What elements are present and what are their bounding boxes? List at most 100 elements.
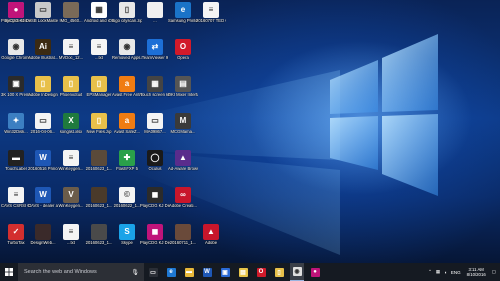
tray-up-arrow-icon[interactable]: ⌃: [428, 269, 432, 275]
notifications-icon[interactable]: ▢: [492, 269, 496, 275]
microphone-icon[interactable]: 🎙: [131, 269, 139, 276]
desktop-icon[interactable]: ◯ Oculus: [140, 150, 170, 178]
desktop-icon[interactable]: ≡20160707 TED Conv...: [196, 2, 226, 30]
desktop-icon[interactable]: V WinKeygen...: [56, 187, 86, 215]
taskbar-chrome-button[interactable]: ◉: [290, 263, 304, 281]
playcdg-icon: ◼: [147, 187, 163, 203]
taskbar-file-explorer-button[interactable]: ▬: [182, 263, 196, 281]
network-icon[interactable]: ▦: [436, 269, 440, 275]
desktop-icon-label: 3K 100 X Premier: [1, 93, 31, 97]
desktop-icon[interactable]: ◉Removed Apps.html: [112, 39, 142, 67]
desktop-icon[interactable]: ◼PlayCDG KJ Deluxe: [140, 187, 170, 215]
document-icon: ≡: [63, 150, 79, 166]
desktop-icon[interactable]: IMG_4560...: [56, 2, 86, 30]
desktop-icon[interactable]: M MCGMama...: [168, 113, 198, 141]
desktop-icon[interactable]: ▲ Adobe: [196, 224, 226, 252]
taskbar-word-button[interactable]: W: [200, 263, 214, 281]
desktop-icon[interactable]: O Opera: [168, 39, 198, 67]
opera-icon: O: [256, 267, 266, 277]
desktop-icon[interactable]: ▦Touch screen keyboard a...: [140, 76, 170, 104]
taskbar-apps: ▭ e ▬ W ▣ ▤ O ▯ ◉ ●: [144, 263, 324, 281]
desktop-icon[interactable]: ●PlayCDG KJ Deluxe KJ LT: [1, 2, 31, 30]
desktop-icon[interactable]: ◉ Google Chrome: [1, 39, 31, 67]
taskbar-edge-button[interactable]: e: [164, 263, 178, 281]
word-icon: W: [35, 150, 51, 166]
desktop-icon-label: Samsung Printer Di...: [168, 19, 198, 23]
desktop-icon[interactable]: ✦ Win32Disk...: [1, 113, 31, 141]
taskbar-task-view-button[interactable]: ▭: [146, 263, 160, 281]
desktop-icon[interactable]: Ai Adobe Illustrat...: [28, 39, 58, 67]
desktop-icon[interactable]: © 20160622_1...: [112, 187, 142, 215]
desktop-icon[interactable]: ▣ 3K 100 X Premier: [1, 76, 31, 104]
desktop-icon[interactable]: ≡ WinKeygen...: [56, 150, 86, 178]
desktop-icon-label: 2016-04-06...: [30, 130, 56, 134]
volume-icon[interactable]: ◖: [444, 270, 447, 275]
desktop-icon[interactable]: ≡ ...txt: [84, 39, 114, 67]
desktop-icon-label: TeamViewer 9: [141, 56, 169, 60]
windows-start-icon: [5, 268, 13, 276]
taskbar-store-button[interactable]: ▣: [218, 263, 232, 281]
task-view-icon: ▭: [148, 267, 158, 277]
phoenix-icon: ▯: [63, 76, 79, 92]
system-tray: ⌃ ▦ ◖ ENG 3:11 AM 8/10/2016 ▢: [426, 263, 500, 281]
desktop-icon-label: MVDoc_12...: [58, 56, 84, 60]
desktop-icon-label: Adobe InDesign CS6: [28, 93, 58, 97]
start-button[interactable]: [0, 263, 18, 281]
desktop-icon[interactable]: ▯ New Files.zip: [84, 113, 114, 141]
desktop-icon[interactable]: Xsonglist.xlsx: [56, 113, 86, 141]
desktop-icon[interactable]: ▬ TouchLabel: [1, 150, 31, 178]
desktop-icon[interactable]: WCAVS - dealer application...: [28, 187, 58, 215]
desktop-icon-label: Adobe: [204, 241, 218, 245]
desktop-icon[interactable]: ...: [140, 2, 170, 30]
desktop-icon[interactable]: ▯ logo cityscan.zip: [112, 2, 142, 30]
desktop-icon[interactable]: ≡ ...txt: [56, 224, 86, 252]
edge-icon: e: [166, 267, 176, 277]
avast-icon: a: [119, 76, 135, 92]
qr-icon: ▦: [91, 2, 107, 18]
desktop-icon[interactable]: ◼PlayCDG KJ Deluxe: [140, 224, 170, 252]
taskbar-opera-button[interactable]: O: [254, 263, 268, 281]
desktop-icon[interactable]: W20160516 Princess ...: [28, 150, 58, 178]
desktop-icon-label: Touch screen keyboard a...: [140, 93, 170, 97]
clock[interactable]: 3:11 AM 8/10/2016: [467, 267, 486, 277]
desktop-icon[interactable]: a Avast SafeZ...: [112, 113, 142, 141]
taskbar-playcdg-button[interactable]: ●: [308, 263, 322, 281]
desktop-icon-label: IMG_4560...: [59, 19, 83, 23]
desktop-icon[interactable]: ⇄ TeamViewer 9: [140, 39, 170, 67]
desktop-icon[interactable]: ✓ TurboTax: [1, 224, 31, 252]
document-icon: ▭: [35, 113, 51, 129]
desktop-icon[interactable]: ▭ 2016-04-06...: [28, 113, 58, 141]
language-indicator[interactable]: ENG: [451, 270, 461, 275]
desktop-icon[interactable]: 20160623_1...: [84, 150, 114, 178]
taskbar-settings-button[interactable]: ▯: [272, 263, 286, 281]
desktop-icon[interactable]: 20160711_1...: [168, 224, 198, 252]
document-icon: ©: [119, 187, 135, 203]
desktop-icon[interactable]: eSamsung Printer Di...: [168, 2, 198, 30]
desktop-icon[interactable]: ▯ PhoenixSuit: [56, 76, 86, 104]
desktop-icon-label: Ad-Aware Browser: [168, 167, 198, 171]
desktop-icon[interactable]: 20160623_1...: [84, 187, 114, 215]
desktop-icon[interactable]: ▭ USB LockMaster: [28, 2, 58, 30]
desktop-icon[interactable]: ≡CAVS CSRSI Client: [1, 187, 31, 215]
desktop-icon[interactable]: S Skype: [112, 224, 142, 252]
adobe-icon: ▲: [203, 224, 219, 240]
desktop-icon[interactable]: ✚ FlashFXP 5: [112, 150, 142, 178]
desktop-icon[interactable]: ∞ Adobe Creati...: [168, 187, 198, 215]
desktop-icon[interactable]: aAvast Free Antivirus: [112, 76, 142, 104]
desktop-icon[interactable]: ▲Ad-Aware Browser: [168, 150, 198, 178]
desktop-icon[interactable]: ≡ MVDoc_12...: [56, 39, 86, 67]
desktop-icon-label: ...: [153, 19, 157, 23]
taskbar-notes-button[interactable]: ▤: [236, 263, 250, 281]
desktop-icon[interactable]: ▭ MA09867...: [140, 113, 170, 141]
usb-icon: ▭: [35, 2, 51, 18]
desktop-icon[interactable]: ▯ EPSManager: [84, 76, 114, 104]
desktop-icon-label: FlashFXP 5: [116, 167, 138, 171]
desktop-icon[interactable]: 20160623_1...: [84, 224, 114, 252]
desktop-icon[interactable]: ▤DKI Mixer Interface...: [168, 76, 198, 104]
turbotax-icon: ✓: [8, 224, 24, 240]
desktop-icon[interactable]: ▯Adobe InDesign CS6: [28, 76, 58, 104]
teamviewer-icon: ⇄: [147, 39, 163, 55]
search-box[interactable]: Search the web and Windows 🎙: [18, 263, 144, 281]
desktop-icon[interactable]: DesignWeb...: [28, 224, 58, 252]
desktop-icon[interactable]: ▦Android and iOS QRcode: [84, 2, 114, 30]
